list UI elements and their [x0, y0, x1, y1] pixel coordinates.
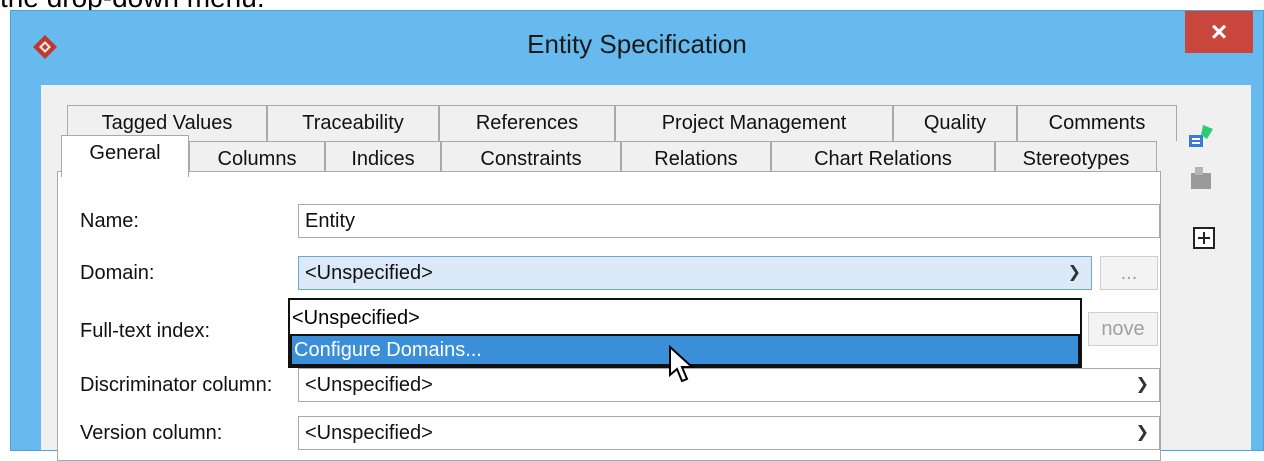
- add-tagged-value-icon[interactable]: [1187, 121, 1217, 151]
- name-field[interactable]: Entity: [298, 204, 1160, 238]
- domain-combo[interactable]: <Unspecified> ❯: [298, 256, 1092, 290]
- close-button[interactable]: ×: [1185, 11, 1253, 53]
- dropdown-item-unspecified[interactable]: <Unspecified>: [290, 302, 1080, 334]
- fulltext-remove-button[interactable]: nove: [1088, 312, 1158, 346]
- discriminator-column-combo[interactable]: <Unspecified> ❯: [298, 368, 1160, 402]
- tab-general[interactable]: General: [61, 135, 189, 177]
- chevron-down-icon[interactable]: ❯: [1068, 257, 1081, 289]
- version-combo-value: <Unspecified>: [305, 422, 433, 444]
- tab-traceability[interactable]: Traceability: [267, 105, 439, 141]
- expand-icon[interactable]: [1193, 227, 1215, 249]
- tab-project-management[interactable]: Project Management: [615, 105, 893, 141]
- fulltext-index-label: Full-text index:: [80, 320, 211, 342]
- entity-specification-window: Entity Specification × Tagged Values Tra…: [10, 10, 1264, 461]
- mouse-pointer-icon: [669, 345, 695, 383]
- version-column-label: Version column:: [80, 422, 223, 444]
- title-bar[interactable]: Entity Specification ×: [11, 11, 1263, 85]
- tab-references[interactable]: References: [439, 105, 615, 141]
- version-column-combo[interactable]: <Unspecified> ❯: [298, 416, 1160, 450]
- domain-label: Domain:: [80, 262, 155, 284]
- tab-comments[interactable]: Comments: [1017, 105, 1177, 141]
- domain-more-button[interactable]: ...: [1100, 256, 1158, 290]
- chevron-down-icon[interactable]: ❯: [1136, 417, 1149, 449]
- discriminator-column-label: Discriminator column:: [80, 374, 273, 396]
- domain-combo-value: <Unspecified>: [305, 262, 433, 284]
- dialog-client-area: Tagged Values Traceability References Pr…: [41, 85, 1251, 461]
- name-label: Name:: [80, 210, 139, 232]
- tab-quality[interactable]: Quality: [893, 105, 1017, 141]
- tagged-value-disabled-icon: [1191, 167, 1211, 189]
- discriminator-combo-value: <Unspecified>: [305, 374, 433, 396]
- window-title: Entity Specification: [527, 29, 747, 59]
- chevron-down-icon[interactable]: ❯: [1136, 369, 1149, 401]
